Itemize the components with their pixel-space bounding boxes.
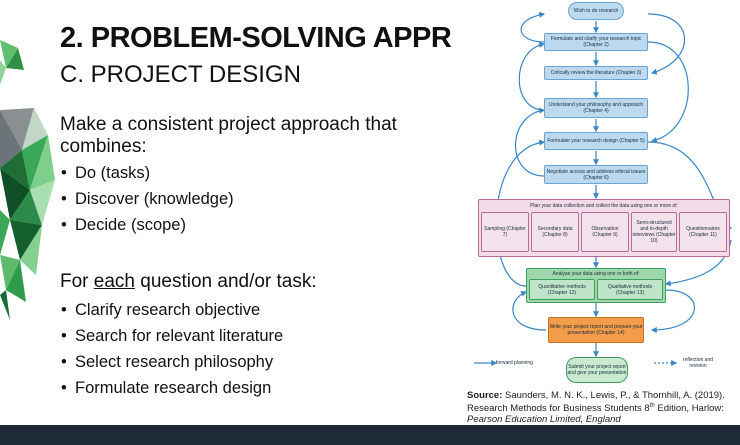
combines-list: Do (tasks) Discover (knowledge) Decide (…: [60, 160, 234, 238]
analyse-cell: Qualitative methods (Chapter 13): [597, 279, 663, 300]
flow-step: Formulate your research design (Chapter …: [544, 132, 648, 150]
for-prefix: For: [60, 271, 94, 292]
research-process-flowchart: Wish to do research Formulate and clarif…: [456, 0, 736, 385]
flow-start: Wish to do research: [568, 2, 624, 20]
submit-box: Submit your project report and give your…: [566, 357, 628, 383]
steps-list: Clarify research objective Search for re…: [60, 297, 283, 401]
list-item: Select research philosophy: [60, 349, 283, 375]
slide-subtitle: C. PROJECT DESIGN: [60, 61, 301, 88]
plan-cell: Sampling (Chapter 7): [481, 212, 529, 252]
source-line2b: Edition, Harlow:: [654, 403, 724, 415]
list-item: Do (tasks): [60, 160, 234, 186]
source-citation: Source: Saunders, M. N. K., Lewis, P., &…: [467, 390, 737, 425]
list-item: Search for relevant literature: [60, 323, 283, 349]
plan-cell: Semi-structured and in-depth interviews …: [631, 212, 677, 252]
source-label: Source:: [467, 390, 503, 401]
list-item: Decide (scope): [60, 212, 234, 238]
report-box: Write your project report and prepare yo…: [548, 317, 644, 343]
analyse-header: Analyse your data using one or both of:: [552, 271, 640, 277]
plan-cell: Observation (Chapter 9): [581, 212, 629, 252]
flow-step: Negotiate access and address ethical iss…: [544, 165, 648, 184]
for-each-word: each: [93, 271, 135, 292]
flow-step: Critically review the literature (Chapte…: [544, 66, 648, 80]
legend-reflection-revision: reflection and revision: [682, 357, 714, 369]
bottom-bar: [0, 425, 740, 445]
for-each-heading: For each question and/or task:: [60, 271, 317, 293]
plan-header: Plan your data collection and collect th…: [530, 203, 678, 209]
source-line2a: Research Methods for Business Students 8: [467, 403, 650, 415]
plan-cell: Secondary data (Chapter 8): [531, 212, 579, 252]
decorative-polygons: [0, 40, 55, 320]
list-item: Formulate research design: [60, 375, 283, 401]
slide-title: 2. PROBLEM-SOLVING APPR: [60, 22, 452, 54]
analyse-cell: Quantitative methods (Chapter 12): [529, 279, 595, 300]
flow-step: Formulate and clarify your research topi…: [544, 33, 648, 51]
for-suffix: question and/or task:: [134, 271, 317, 292]
legend-forward-planning: forward planning: [496, 360, 533, 366]
intro-text: Make a consistent project approach that …: [60, 114, 397, 157]
plan-cell: Questionnaires (Chapter 11): [679, 212, 727, 252]
flow-step: Understand your philosophy and approach …: [544, 98, 648, 118]
list-item: Clarify research objective: [60, 297, 283, 323]
source-line3: Pearson Education Limited, England: [467, 414, 621, 425]
list-item: Discover (knowledge): [60, 186, 234, 212]
slide: 2. PROBLEM-SOLVING APPR C. PROJECT DESIG…: [0, 0, 740, 425]
source-line1: Saunders, M. N. K., Lewis, P., & Thornhi…: [502, 390, 725, 401]
